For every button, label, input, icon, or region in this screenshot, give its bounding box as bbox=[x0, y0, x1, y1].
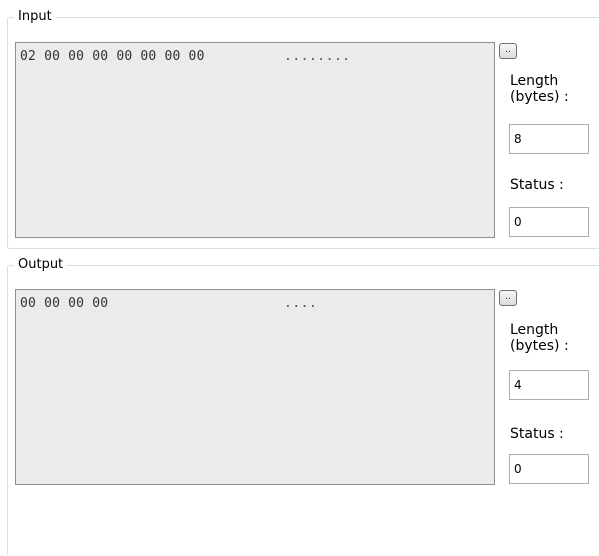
output-hex-view[interactable]: 00 00 00 00 .... bbox=[15, 289, 495, 485]
output-group-legend: Output bbox=[14, 257, 68, 273]
input-hex-ascii: ........ bbox=[284, 49, 351, 64]
output-length-field[interactable]: 4 bbox=[509, 370, 589, 400]
input-group-legend: Input bbox=[14, 9, 56, 25]
output-hex-ascii: .... bbox=[284, 296, 318, 311]
output-status-field[interactable]: 0 bbox=[509, 454, 589, 484]
input-hex-view[interactable]: 02 00 00 00 00 00 00 00 ........ bbox=[15, 42, 495, 238]
output-length-label-line2: (bytes) : bbox=[510, 338, 569, 354]
output-status-label: Status : bbox=[510, 426, 564, 442]
input-length-label-line1: Length bbox=[510, 73, 559, 89]
input-length-field[interactable]: 8 bbox=[509, 124, 589, 154]
output-hex-bytes: 00 00 00 00 bbox=[20, 296, 109, 311]
output-browse-button[interactable]: .. bbox=[499, 290, 517, 306]
input-status-field[interactable]: 0 bbox=[509, 207, 589, 237]
input-length-label-line2: (bytes) : bbox=[510, 89, 569, 105]
input-hex-bytes: 02 00 00 00 00 00 00 00 bbox=[20, 49, 205, 64]
output-length-label-line1: Length bbox=[510, 322, 559, 338]
input-status-label: Status : bbox=[510, 177, 564, 193]
input-browse-button[interactable]: .. bbox=[499, 43, 517, 59]
